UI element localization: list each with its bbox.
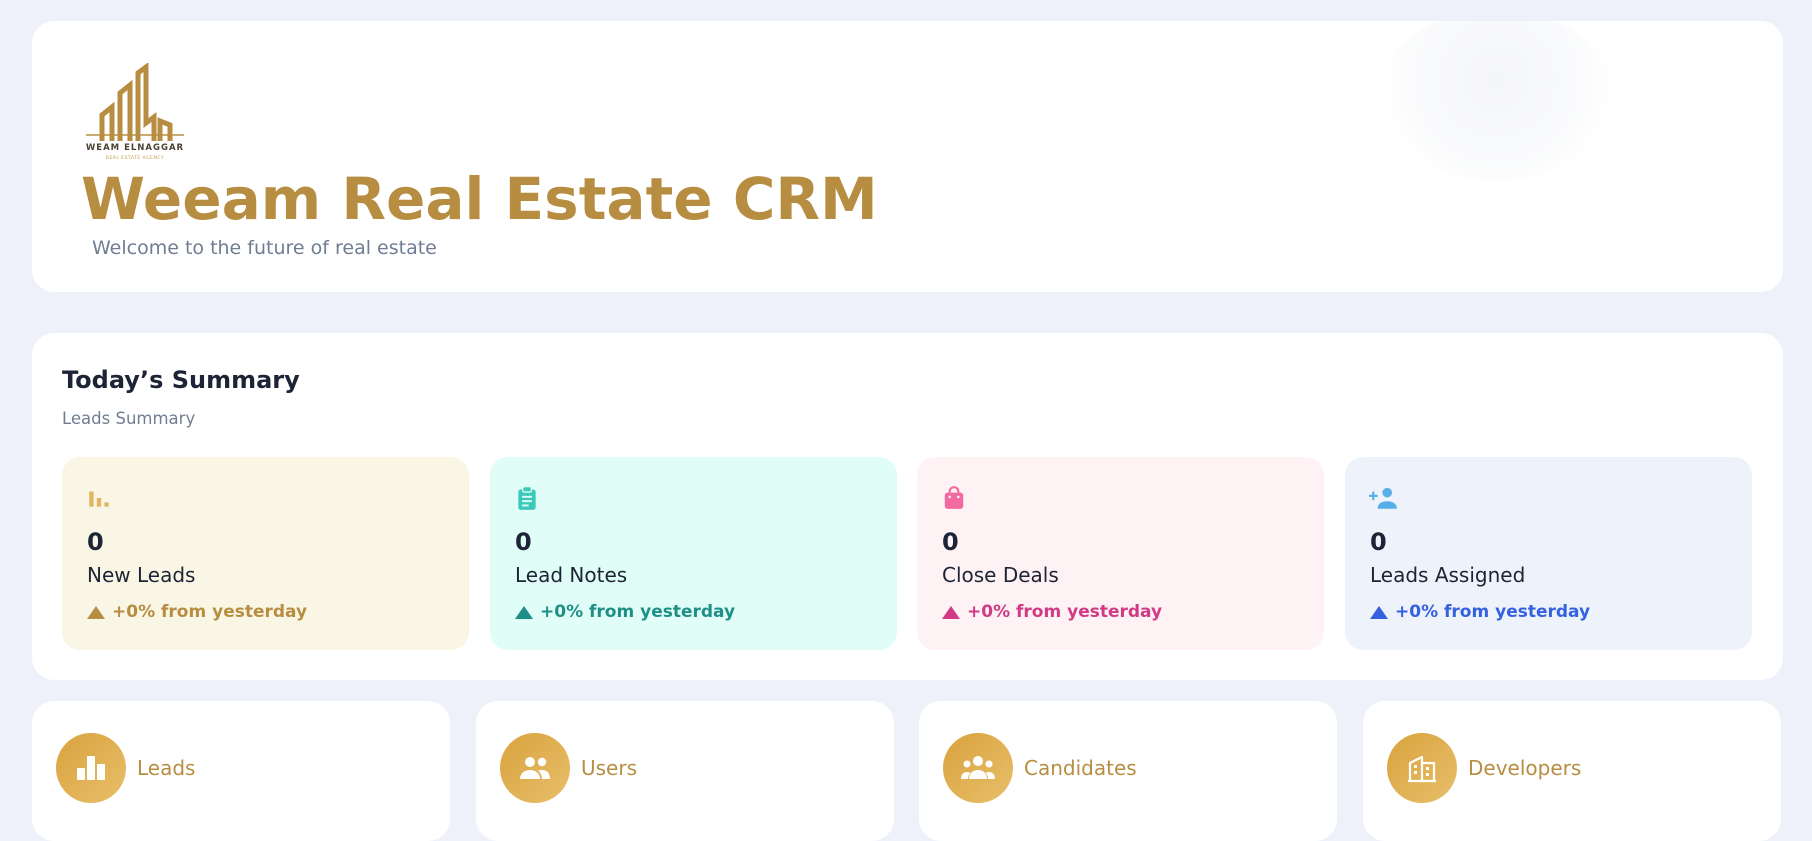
stat-trend: +0% from yesterday (1370, 602, 1590, 622)
nav-label: Leads (137, 756, 196, 780)
summary-panel: Today’s Summary Leads Summary 0 New Lead… (32, 333, 1783, 680)
trend-text: +0% from yesterday (1395, 602, 1591, 622)
bar-chart-icon (86, 485, 112, 511)
nav-label: Candidates (1024, 756, 1137, 780)
company-logo[interactable]: WEAM ELNAGGAR REAL ESTATE AGENCY (80, 63, 190, 163)
stat-card-new-leads[interactable]: 0 New Leads +0% from yesterday (62, 457, 469, 650)
stat-value: 0 (515, 528, 532, 556)
stat-trend: +0% from yesterday (87, 602, 307, 622)
logo-name: WEAM ELNAGGAR (85, 143, 185, 153)
users-icon (500, 733, 570, 803)
page-subtitle: Welcome to the future of real estate (92, 237, 437, 259)
nav-card-leads[interactable]: Leads (32, 701, 450, 841)
trend-text: +0% from yesterday (112, 602, 308, 622)
page-title: Weeam Real Estate CRM (81, 165, 878, 233)
nav-card-users[interactable]: Users (476, 701, 894, 841)
stat-card-lead-notes[interactable]: 0 Lead Notes +0% from yesterday (490, 457, 897, 650)
stat-label: Close Deals (942, 563, 1059, 587)
shopping-bag-icon (941, 485, 967, 511)
bar-chart-icon (56, 733, 126, 803)
building-logo-icon (86, 63, 184, 141)
summary-title: Today’s Summary (62, 366, 300, 394)
person-add-icon (1369, 485, 1399, 511)
trend-up-icon (942, 605, 960, 619)
candidates-icon (943, 733, 1013, 803)
stat-value: 0 (87, 528, 104, 556)
trend-text: +0% from yesterday (967, 602, 1163, 622)
hero-banner: WEAM ELNAGGAR REAL ESTATE AGENCY Weeam R… (32, 21, 1783, 292)
nav-label: Users (581, 756, 638, 780)
trend-up-icon (87, 605, 105, 619)
nav-card-candidates[interactable]: Candidates (919, 701, 1337, 841)
logo-tagline: REAL ESTATE AGENCY (105, 156, 165, 161)
stat-trend: +0% from yesterday (515, 602, 735, 622)
trend-text: +0% from yesterday (540, 602, 736, 622)
trend-up-icon (1370, 605, 1388, 619)
decorative-circle (1377, 21, 1617, 181)
stat-label: Lead Notes (515, 563, 628, 587)
stat-trend: +0% from yesterday (942, 602, 1162, 622)
summary-subtitle: Leads Summary (62, 409, 196, 428)
clipboard-icon (514, 485, 540, 511)
stat-value: 0 (942, 528, 959, 556)
building-icon (1387, 733, 1457, 803)
stat-card-leads-assigned[interactable]: 0 Leads Assigned +0% from yesterday (1345, 457, 1752, 650)
nav-label: Developers (1468, 756, 1582, 780)
stat-label: New Leads (87, 563, 196, 587)
stat-value: 0 (1370, 528, 1387, 556)
nav-card-developers[interactable]: Developers (1363, 701, 1781, 841)
stat-label: Leads Assigned (1370, 563, 1526, 587)
trend-up-icon (515, 605, 533, 619)
stat-card-close-deals[interactable]: 0 Close Deals +0% from yesterday (917, 457, 1324, 650)
